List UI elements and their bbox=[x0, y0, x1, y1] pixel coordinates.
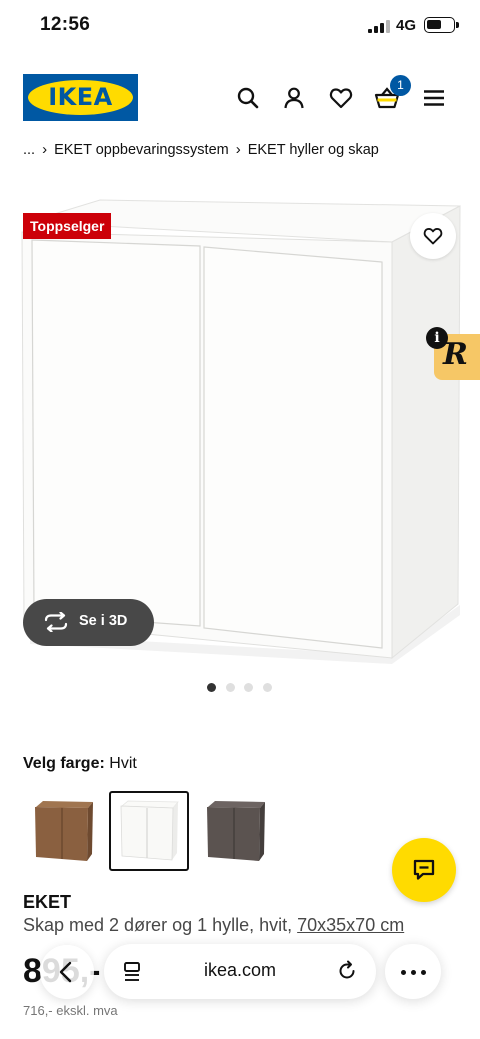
color-swatch-dark-grey[interactable] bbox=[195, 791, 275, 871]
product-description: Skap med 2 dører og 1 hylle, hvit, 70x35… bbox=[23, 915, 404, 936]
info-icon[interactable]: i bbox=[426, 327, 448, 349]
breadcrumb-item[interactable]: EKET hyller og skap bbox=[248, 142, 379, 158]
breadcrumb: ... › EKET oppbevaringssystem › EKET hyller … bbox=[23, 141, 379, 158]
view-in-3d-button[interactable]: Se i 3D bbox=[23, 599, 154, 646]
chevron-right-icon: › bbox=[235, 141, 241, 158]
color-swatch-white[interactable] bbox=[109, 791, 189, 871]
view-in-3d-label: Se i 3D bbox=[79, 613, 128, 629]
color-swatch-walnut[interactable] bbox=[23, 791, 103, 871]
breadcrumb-item[interactable]: EKET oppbevaringssystem bbox=[54, 142, 229, 158]
product-description-text: Skap med 2 dører og 1 hylle, hvit, bbox=[23, 915, 298, 935]
selected-color-name: Hvit bbox=[109, 755, 137, 772]
menu-icon[interactable] bbox=[421, 85, 447, 111]
color-label: Velg farge: Hvit bbox=[23, 755, 137, 773]
chevron-left-icon bbox=[59, 961, 72, 983]
signal-icon bbox=[368, 20, 390, 33]
product-dimensions-link[interactable]: 70x35x70 cm bbox=[297, 915, 404, 935]
add-to-favorites-button[interactable] bbox=[410, 213, 456, 259]
carousel-dot[interactable] bbox=[263, 683, 272, 692]
battery-icon bbox=[424, 17, 459, 33]
carousel-dot[interactable] bbox=[226, 683, 235, 692]
color-label-title: Velg farge: bbox=[23, 755, 105, 772]
carousel-dot-active[interactable] bbox=[207, 683, 216, 692]
status-time: 12:56 bbox=[40, 14, 91, 35]
logo-text: IKEA bbox=[48, 83, 113, 111]
status-bar: 12:56 4G bbox=[0, 0, 480, 52]
chat-icon bbox=[413, 859, 435, 880]
user-icon[interactable] bbox=[281, 85, 307, 111]
reload-icon[interactable] bbox=[336, 960, 358, 982]
chat-button[interactable] bbox=[392, 838, 456, 902]
address-bar[interactable]: ikea.com bbox=[104, 944, 376, 999]
search-icon[interactable] bbox=[235, 85, 261, 111]
heart-icon bbox=[423, 228, 443, 245]
browser-back-button[interactable] bbox=[40, 945, 94, 999]
heart-icon[interactable] bbox=[328, 85, 354, 111]
cart-count-badge: 1 bbox=[390, 75, 411, 96]
breadcrumb-ellipsis[interactable]: ... bbox=[23, 142, 35, 158]
more-options-button[interactable] bbox=[385, 944, 441, 999]
chevron-right-icon: › bbox=[42, 141, 48, 158]
ikea-logo[interactable]: IKEA bbox=[23, 74, 138, 121]
product-name: EKET bbox=[23, 892, 72, 912]
network-type: 4G bbox=[396, 17, 417, 34]
carousel-dot[interactable] bbox=[244, 683, 253, 692]
price-ex-vat: 716,- ekskl. mva bbox=[23, 1003, 118, 1018]
topseller-badge: Toppselger bbox=[23, 213, 112, 239]
rotate-3d-icon bbox=[44, 612, 68, 632]
